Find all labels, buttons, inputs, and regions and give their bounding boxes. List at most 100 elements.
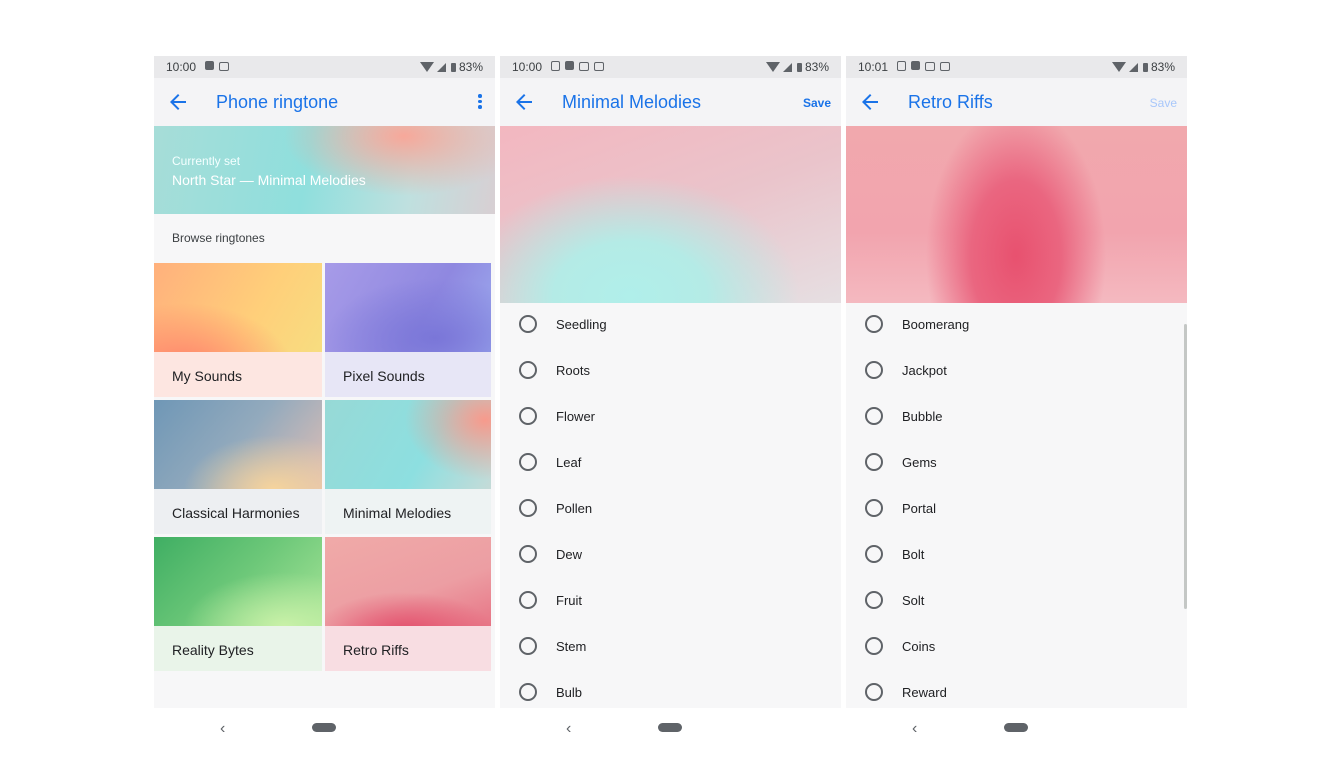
ringtone-option[interactable]: Reward [846, 669, 1187, 708]
notification-icons [897, 60, 950, 71]
app-bar: Retro Riffs Save [846, 78, 1187, 127]
battery-percent: 83% [458, 60, 483, 74]
ringtone-label: Gems [902, 455, 937, 470]
phone-screen-ringtone-categories: 10:00 83% Phone ringtone Currently set N… [154, 56, 495, 768]
radio-button[interactable] [519, 407, 537, 425]
category-retro-riffs[interactable]: Retro Riffs [325, 537, 491, 671]
category-my-sounds[interactable]: My Sounds [154, 263, 322, 397]
screen-content: 10:00 83% Phone ringtone Currently set N… [154, 56, 495, 708]
ringtone-label: Dew [556, 547, 583, 562]
radio-button[interactable] [865, 361, 883, 379]
ringtone-option[interactable]: Bolt [846, 531, 1187, 577]
wifi-icon [419, 62, 434, 72]
mail-icon [594, 62, 604, 71]
ringtone-label: Fruit [556, 593, 582, 608]
category-label: Reality Bytes [172, 642, 254, 658]
radio-button[interactable] [519, 683, 537, 701]
save-button[interactable]: Save [803, 96, 831, 110]
ringtone-option[interactable]: Pollen [500, 485, 841, 531]
radio-button[interactable] [865, 453, 883, 471]
nav-back-icon[interactable]: ‹ [566, 720, 571, 738]
nav-back-icon[interactable]: ‹ [912, 720, 917, 738]
battery-percent: 83% [1150, 60, 1175, 74]
ringtone-list: Boomerang Jackpot Bubble Gems Portal Bol… [846, 301, 1187, 708]
nav-home-pill[interactable] [312, 723, 336, 732]
radio-button[interactable] [865, 591, 883, 609]
ringtone-option[interactable]: Stem [500, 623, 841, 669]
ringtone-option[interactable]: Portal [846, 485, 1187, 531]
ringtone-option[interactable]: Boomerang [846, 301, 1187, 347]
arrow-back-icon[interactable] [512, 90, 536, 114]
radio-button[interactable] [519, 361, 537, 379]
radio-button[interactable] [865, 407, 883, 425]
ringtone-option[interactable]: Roots [500, 347, 841, 393]
ringtone-option[interactable]: Fruit [500, 577, 841, 623]
ringtone-label: Jackpot [902, 363, 947, 378]
nav-back-icon[interactable]: ‹ [220, 720, 225, 738]
category-label: My Sounds [172, 368, 243, 384]
category-art [325, 263, 491, 352]
scrollbar[interactable] [1184, 324, 1187, 609]
signal-icon [436, 62, 446, 72]
arrow-back-icon[interactable] [858, 90, 882, 114]
mail-icon [940, 62, 950, 71]
ringtone-label: Boomerang [902, 317, 970, 332]
radio-button[interactable] [865, 637, 883, 655]
ringtone-option[interactable]: Bulb [500, 669, 841, 708]
ringtone-option[interactable]: Seedling [500, 301, 841, 347]
ringtone-label: Stem [556, 639, 587, 654]
ringtone-label: Pollen [556, 501, 593, 516]
ringtone-label: Roots [556, 363, 590, 378]
radio-button[interactable] [519, 315, 537, 333]
nav-home-pill[interactable] [658, 723, 682, 732]
notification-icon [551, 61, 560, 71]
radio-button[interactable] [519, 453, 537, 471]
category-pixel-sounds[interactable]: Pixel Sounds [325, 263, 491, 397]
more-vert-icon[interactable] [477, 94, 483, 110]
mail-icon [925, 62, 935, 71]
ringtone-option[interactable]: Coins [846, 623, 1187, 669]
ringtone-option[interactable]: Leaf [500, 439, 841, 485]
radio-button[interactable] [519, 499, 537, 517]
radio-button[interactable] [865, 545, 883, 563]
phone-screen-retro-riffs: 10:01 83% Retro Riffs Save Boomerang Jac… [846, 56, 1187, 768]
image-icon [565, 61, 574, 70]
arrow-back-icon[interactable] [166, 90, 190, 114]
ringtone-option[interactable]: Gems [846, 439, 1187, 485]
radio-button[interactable] [519, 545, 537, 563]
category-hero-art [846, 126, 1187, 303]
notification-icon [205, 61, 214, 70]
ringtone-label: Bulb [556, 685, 583, 700]
radio-button[interactable] [519, 637, 537, 655]
category-art [154, 400, 322, 489]
nav-home-pill[interactable] [1004, 723, 1028, 732]
ringtone-option[interactable]: Flower [500, 393, 841, 439]
system-nav-bar: ‹ [846, 708, 1187, 768]
image-icon [911, 61, 920, 70]
save-button[interactable]: Save [1150, 96, 1177, 110]
ringtone-option[interactable]: Bubble [846, 393, 1187, 439]
battery-percent: 83% [804, 60, 829, 74]
ringtone-option[interactable]: Jackpot [846, 347, 1187, 393]
app-bar: Phone ringtone [154, 78, 495, 127]
radio-button[interactable] [865, 499, 883, 517]
radio-button[interactable] [865, 315, 883, 333]
ringtone-option[interactable]: Dew [500, 531, 841, 577]
status-time: 10:00 [512, 60, 543, 74]
category-reality-bytes[interactable]: Reality Bytes [154, 537, 322, 671]
current-ringtone-banner[interactable]: Currently set North Star — Minimal Melod… [154, 126, 495, 214]
ringtone-option[interactable]: Solt [846, 577, 1187, 623]
phone-screen-minimal-melodies: 10:00 83% Minimal Melodies Save Seedling… [500, 56, 841, 768]
category-classical-harmonies[interactable]: Classical Harmonies [154, 400, 322, 534]
status-bar: 10:00 83% [154, 56, 495, 78]
radio-button[interactable] [865, 683, 883, 701]
radio-button[interactable] [519, 591, 537, 609]
mail-icon [219, 62, 229, 71]
status-time: 10:01 [858, 60, 889, 74]
screen-content: 10:00 83% Minimal Melodies Save Seedling… [500, 56, 841, 708]
category-label: Retro Riffs [343, 642, 409, 658]
category-minimal-melodies[interactable]: Minimal Melodies [325, 400, 491, 534]
category-art [154, 263, 322, 352]
battery-icon [1142, 62, 1148, 72]
currently-set-label: Currently set [172, 154, 241, 168]
